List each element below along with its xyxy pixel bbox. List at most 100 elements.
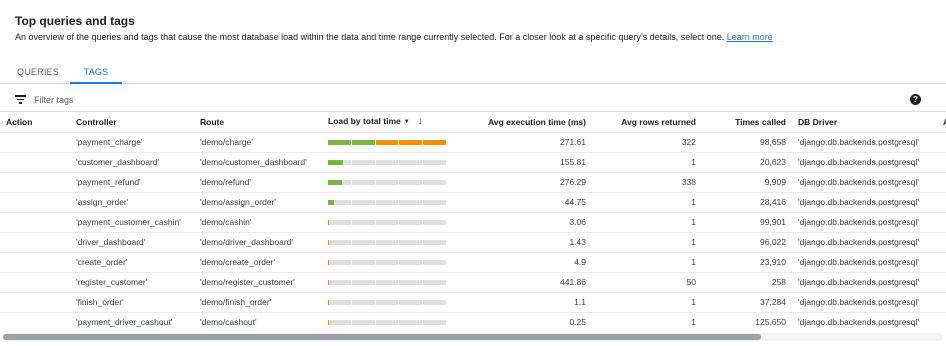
column-header-extra[interactable]: Ap: [937, 112, 946, 133]
load-bar: [328, 319, 446, 325]
extra-cell: [937, 292, 946, 313]
action-cell[interactable]: [0, 192, 70, 213]
load-cell: [322, 292, 452, 313]
exec-time-cell: 441.86: [452, 272, 592, 293]
column-header-called[interactable]: Times called: [702, 112, 792, 133]
route-cell: 'demo/charge': [194, 132, 322, 153]
load-bar: [328, 159, 446, 165]
route-cell: 'demo/register_customer': [194, 272, 322, 293]
exec-time-cell: 276.29: [452, 172, 592, 193]
table-row[interactable]: 'create_order''demo/create_order' 4.9 1 23,…: [0, 252, 946, 273]
load-bar-fill: [328, 259, 330, 265]
page-title: Top queries and tags: [15, 14, 135, 28]
db-driver-cell: 'django.db.backends.postgresql': [792, 172, 937, 193]
action-cell[interactable]: [0, 152, 70, 173]
tab-bar: QUERIES TAGS: [0, 62, 946, 84]
times-called-cell: 9,909: [702, 172, 792, 193]
rows-cell: 1: [592, 312, 702, 332]
table-row[interactable]: 'driver_dashboard''demo/driver_dashboard…: [0, 232, 946, 253]
table-row[interactable]: 'register_customer''demo/register_custom…: [0, 272, 946, 293]
controller-cell: 'finish_order': [70, 292, 194, 313]
load-bar-fill: [328, 319, 330, 325]
column-header-driver[interactable]: DB Driver: [792, 112, 937, 133]
times-called-cell: 20,623: [702, 152, 792, 173]
exec-time-cell: 155.81: [452, 152, 592, 173]
extra-cell: [937, 272, 946, 293]
tab-tags[interactable]: TAGS: [70, 62, 122, 84]
load-bar: [328, 179, 446, 185]
extra-cell: [937, 212, 946, 233]
horizontal-scrollbar[interactable]: [3, 333, 943, 341]
load-bar: [328, 139, 446, 145]
action-cell[interactable]: [0, 312, 70, 332]
times-called-cell: 258: [702, 272, 792, 293]
rows-cell: 1: [592, 252, 702, 273]
action-cell[interactable]: [0, 252, 70, 273]
extra-cell: [937, 192, 946, 213]
extra-cell: [937, 172, 946, 193]
table-row[interactable]: 'finish_order''demo/finish_order' 1.1 1 37,…: [0, 292, 946, 313]
controller-cell: 'payment_customer_cashin': [70, 212, 194, 233]
column-header-rows[interactable]: Avg rows returned: [592, 112, 702, 133]
load-bar-fill: [328, 199, 334, 205]
table-row[interactable]: 'payment_driver_cashout''demo/cashout' 0.…: [0, 312, 946, 332]
exec-time-cell: 3.06: [452, 212, 592, 233]
table-row[interactable]: 'assign_order''demo/assign_order' 44.75 1 2…: [0, 192, 946, 213]
table-body: 'payment_charge''demo/charge' 271.61 322 98…: [0, 132, 946, 332]
rows-cell: 338: [592, 172, 702, 193]
controller-cell: 'payment_driver_cashout': [70, 312, 194, 332]
action-cell[interactable]: [0, 292, 70, 313]
db-driver-cell: 'django.db.backends.postgresql': [792, 232, 937, 253]
action-cell[interactable]: [0, 272, 70, 293]
rows-cell: 1: [592, 192, 702, 213]
column-header-controller[interactable]: Controller: [70, 112, 194, 133]
table-row[interactable]: 'payment_charge''demo/charge' 271.61 322 98…: [0, 132, 946, 153]
controller-cell: 'payment_refund': [70, 172, 194, 193]
times-called-cell: 98,658: [702, 132, 792, 153]
action-cell[interactable]: [0, 232, 70, 253]
load-bar: [328, 299, 446, 305]
column-header-exec-time[interactable]: Avg execution time (ms): [452, 112, 592, 133]
load-cell: [322, 272, 452, 293]
subtitle-text: An overview of the queries and tags that…: [15, 32, 725, 42]
extra-cell: [937, 232, 946, 253]
extra-cell: [937, 252, 946, 273]
table-header-row: Action Controller Route Load by total ti…: [0, 112, 946, 133]
load-cell: [322, 192, 452, 213]
exec-time-cell: 271.61: [452, 132, 592, 153]
load-cell: [322, 252, 452, 273]
column-header-load[interactable]: Load by total time ▼ ↓: [322, 112, 452, 133]
load-bar-fill: [423, 139, 446, 145]
load-cell: [322, 312, 452, 332]
filter-list-icon[interactable]: [15, 95, 26, 104]
action-cell[interactable]: [0, 212, 70, 233]
action-cell[interactable]: [0, 132, 70, 153]
load-bar-fill: [328, 159, 343, 165]
load-header-label: Load by total time: [328, 116, 401, 127]
table-row[interactable]: 'customer_dashboard''demo/customer_dashb…: [0, 152, 946, 173]
route-cell: 'demo/cashout': [194, 312, 322, 332]
times-called-cell: 99,901: [702, 212, 792, 233]
filter-tags-input[interactable]: [34, 92, 334, 108]
table-row[interactable]: 'payment_refund''demo/refund' 276.29 338 9,…: [0, 172, 946, 193]
route-cell: 'demo/finish_order': [194, 292, 322, 313]
times-called-cell: 28,416: [702, 192, 792, 213]
help-icon[interactable]: ?: [910, 94, 921, 105]
learn-more-link[interactable]: Learn more: [727, 32, 773, 42]
tab-queries[interactable]: QUERIES: [8, 62, 68, 84]
action-cell[interactable]: [0, 172, 70, 193]
column-header-route[interactable]: Route: [194, 112, 322, 133]
dropdown-arrow-icon[interactable]: ▼: [404, 119, 410, 125]
load-bar-fill: [328, 179, 342, 185]
load-cell: [322, 132, 452, 153]
load-cell: [322, 212, 452, 233]
table-row[interactable]: 'payment_customer_cashin''demo/cashin' 3.…: [0, 212, 946, 233]
rows-cell: 1: [592, 212, 702, 233]
column-header-action: Action: [0, 112, 70, 133]
sort-descending-icon[interactable]: ↓: [418, 116, 423, 127]
db-driver-cell: 'django.db.backends.postgresql': [792, 212, 937, 233]
exec-time-cell: 44.75: [452, 192, 592, 213]
route-cell: 'demo/assign_order': [194, 192, 322, 213]
scrollbar-thumb[interactable]: [3, 334, 761, 340]
filter-bar: ?: [0, 88, 946, 112]
